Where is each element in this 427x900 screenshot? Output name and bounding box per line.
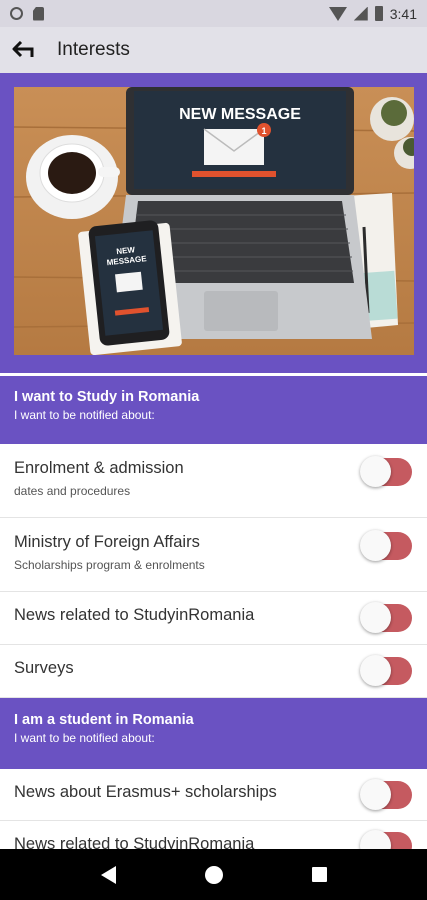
- section-subtitle: I want to be notified about:: [14, 731, 155, 745]
- section-header: I am a student in Romania I want to be n…: [0, 698, 427, 769]
- list-item: Ministry of Foreign Affairs Scholarships…: [0, 518, 427, 592]
- laptop-phone-illustration: NEW MESSAGE 1 NEW MESSAGE: [14, 87, 414, 355]
- back-arrow-icon: [12, 41, 34, 58]
- back-button[interactable]: [4, 27, 42, 73]
- item-title: Ministry of Foreign Affairs: [14, 533, 200, 551]
- hero-banner: NEW MESSAGE 1 NEW MESSAGE: [0, 73, 427, 373]
- item-title: Enrolment & admission: [14, 459, 184, 477]
- list-item: News about Erasmus+ scholarships: [0, 769, 427, 821]
- section-subtitle: I want to be notified about:: [14, 408, 155, 422]
- toggle-knob: [360, 779, 391, 810]
- nav-back-icon[interactable]: [100, 865, 116, 884]
- app-bar: Interests: [0, 27, 427, 73]
- notification-badge: 1: [261, 126, 266, 136]
- surveys-toggle[interactable]: [360, 655, 412, 686]
- status-time: 3:41: [389, 5, 417, 22]
- item-title: News related to StudyinRomania: [14, 835, 255, 849]
- list-item: Enrolment & admission dates and procedur…: [0, 444, 427, 518]
- nav-home-icon[interactable]: [204, 865, 223, 884]
- laptop-screen-text: NEW MESSAGE: [179, 106, 301, 123]
- item-title: Surveys: [14, 659, 74, 677]
- sd-card-icon: [33, 6, 44, 21]
- foreign-affairs-toggle[interactable]: [360, 530, 412, 561]
- item-subtitle: Scholarships program & enrolments: [14, 558, 205, 572]
- list-item: News related to StudyinRomania: [0, 821, 427, 849]
- section-title: I want to Study in Romania: [14, 389, 200, 405]
- student-news-toggle[interactable]: [360, 830, 412, 849]
- item-title: News related to StudyinRomania: [14, 606, 255, 624]
- system-nav-bar: [0, 849, 427, 900]
- toggle-knob: [360, 602, 391, 633]
- toggle-knob: [360, 456, 391, 487]
- list-item: News related to StudyinRomania: [0, 592, 427, 645]
- interests-list[interactable]: I want to Study in Romania I want to be …: [0, 376, 427, 849]
- status-right-icons: 3:41: [328, 5, 417, 22]
- item-subtitle: dates and procedures: [14, 484, 131, 498]
- toggle-knob: [360, 530, 391, 561]
- toggle-knob: [360, 655, 391, 686]
- study-news-toggle[interactable]: [360, 602, 412, 633]
- status-bar: 3:41: [0, 0, 427, 27]
- battery-icon: [374, 6, 383, 21]
- wifi-icon: [328, 6, 347, 21]
- erasmus-toggle[interactable]: [360, 779, 412, 810]
- notification-circle-icon: [10, 7, 23, 20]
- hero-image: NEW MESSAGE 1 NEW MESSAGE: [14, 87, 414, 355]
- status-left-icons: [10, 6, 44, 21]
- enrolment-toggle[interactable]: [360, 456, 412, 487]
- item-title: News about Erasmus+ scholarships: [14, 783, 277, 801]
- nav-recents-icon[interactable]: [311, 867, 327, 882]
- signal-icon: [353, 6, 368, 21]
- section-header: I want to Study in Romania I want to be …: [0, 376, 427, 444]
- section-title: I am a student in Romania: [14, 712, 194, 728]
- page-title: Interests: [57, 39, 130, 60]
- list-item: Surveys: [0, 645, 427, 698]
